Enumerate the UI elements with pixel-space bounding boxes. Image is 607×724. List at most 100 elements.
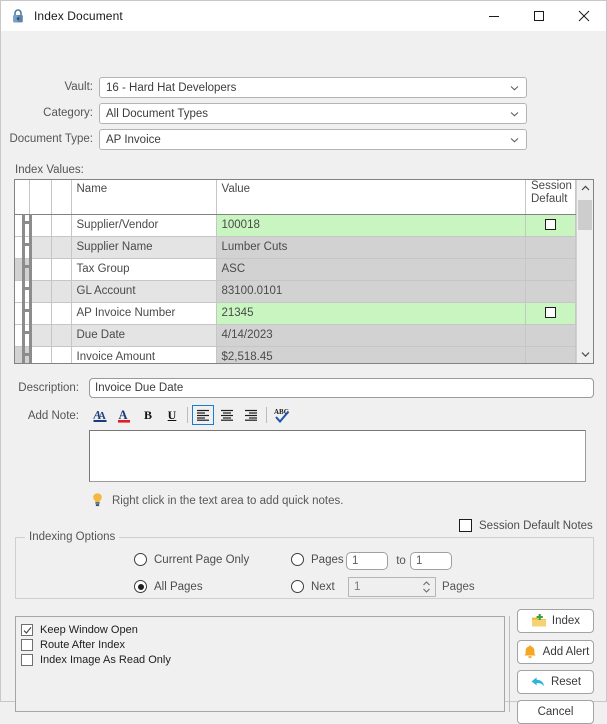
align-center-icon[interactable] (216, 405, 238, 425)
index-document-window: Index Document Vault: 16 - Hard Hat Deve… (0, 0, 607, 724)
radio-circle (291, 580, 304, 593)
row-selector[interactable] (29, 214, 52, 237)
radio-next[interactable]: Next (291, 580, 335, 593)
align-right-icon[interactable] (240, 405, 262, 425)
spell-check-icon[interactable]: ABC (271, 405, 293, 425)
row-icon-cell (51, 236, 72, 259)
next-pages-value: 1 (354, 581, 361, 593)
category-select[interactable]: All Document Types (99, 103, 527, 124)
row-session-default[interactable] (525, 214, 576, 237)
col-icon (51, 180, 72, 215)
row-field-value[interactable]: 4/14/2023 (216, 324, 526, 347)
row-session-default (525, 236, 576, 259)
document-type-select-value: AP Invoice (106, 133, 161, 146)
index-values-grid[interactable]: Name Value Session Default Supplier/Vend… (14, 179, 594, 364)
radio-pages-label: Pages (311, 553, 344, 566)
table-row[interactable]: Due Date 4/14/2023 (15, 324, 576, 347)
row-field-value[interactable]: 21345 (216, 302, 526, 325)
index-button[interactable]: Index (517, 609, 594, 633)
text-highlight-icon[interactable]: A (113, 405, 135, 425)
row-gutter (15, 214, 30, 237)
checkbox-box (21, 654, 33, 666)
radio-all-pages[interactable]: All Pages (134, 580, 203, 593)
close-icon[interactable] (561, 1, 606, 31)
radio-current-page-only[interactable]: Current Page Only (134, 553, 249, 566)
font-color-icon[interactable]: A A (89, 405, 111, 425)
row-selector[interactable] (29, 346, 52, 363)
table-body: Supplier/Vendor 100018 Supplier Name Lumber… (15, 214, 576, 363)
row-field-name: Tax Group (71, 258, 217, 281)
lock-icon (10, 8, 26, 24)
table-row[interactable]: AP Invoice Number 21345 (15, 302, 576, 325)
bold-icon[interactable]: B (137, 405, 159, 425)
row-gutter (15, 280, 30, 303)
add-alert-button[interactable]: Add Alert (517, 640, 594, 664)
note-textarea[interactable] (89, 430, 586, 482)
row-field-name: Due Date (71, 324, 217, 347)
row-selector[interactable] (29, 258, 52, 281)
radio-pages[interactable]: Pages (291, 553, 344, 566)
radio-next-label: Next (311, 580, 335, 593)
scrollbar-thumb[interactable] (578, 200, 592, 230)
session-default-notes-checkbox[interactable]: Session Default Notes (459, 519, 593, 532)
table-row[interactable]: Tax Group ASC (15, 258, 576, 281)
index-button-label: Index (551, 615, 581, 627)
row-field-value[interactable]: Lumber Cuts (216, 236, 526, 259)
grid-scrollbar[interactable] (576, 180, 593, 363)
vault-label: Vault: (64, 81, 93, 93)
radio-current-page-only-label: Current Page Only (154, 553, 250, 566)
row-session-default (525, 280, 576, 303)
row-selector[interactable] (29, 324, 52, 347)
row-icon-cell (51, 346, 72, 363)
row-session-default[interactable] (525, 302, 576, 325)
table-row[interactable]: Invoice Amount $2,518.45 (15, 346, 576, 363)
pages-to-label: to (396, 555, 406, 567)
col-session-default-header[interactable]: Session Default (525, 180, 576, 215)
underline-icon[interactable]: U (161, 405, 183, 425)
radio-circle (134, 553, 147, 566)
checkbox-box (21, 639, 33, 651)
cancel-button[interactable]: Cancel (517, 700, 594, 724)
add-note-label: Add Note: (27, 410, 79, 422)
row-field-value[interactable]: $2,518.45 (216, 346, 526, 363)
row-gutter (15, 258, 30, 281)
row-selector[interactable] (29, 280, 52, 303)
pages-to-input[interactable]: 1 (410, 552, 452, 570)
pages-to-value: 1 (416, 555, 423, 567)
minimize-icon[interactable] (471, 1, 516, 31)
option-checkbox-2[interactable]: Index Image As Read Only (21, 654, 171, 666)
reset-button[interactable]: Reset (517, 670, 594, 694)
col-value-header[interactable]: Value (216, 180, 526, 215)
next-pages-stepper[interactable]: 1 (348, 577, 436, 597)
col-name-header[interactable]: Name (71, 180, 217, 215)
vault-select[interactable]: 16 - Hard Hat Developers (99, 77, 527, 98)
pages-from-input[interactable]: 1 (346, 552, 388, 570)
row-field-name: GL Account (71, 280, 217, 303)
scroll-up-icon[interactable] (577, 180, 593, 197)
category-label: Category: (43, 107, 93, 119)
align-left-icon[interactable] (192, 405, 214, 425)
row-field-value[interactable]: ASC (216, 258, 526, 281)
row-field-value[interactable]: 100018 (216, 214, 526, 237)
row-icon-cell (51, 214, 72, 237)
next-pages-suffix: Pages (442, 581, 475, 593)
document-type-select[interactable]: AP Invoice (99, 129, 527, 150)
window-content: Vault: 16 - Hard Hat Developers Category… (1, 31, 606, 724)
row-selector[interactable] (29, 302, 52, 325)
maximize-icon[interactable] (516, 1, 561, 31)
table-row[interactable]: GL Account 83100.0101 (15, 280, 576, 303)
indexing-options-title: Indexing Options (25, 531, 120, 543)
stepper-controls[interactable] (419, 579, 434, 595)
index-values-grid-body: Name Value Session Default Supplier/Vend… (15, 180, 576, 363)
table-row[interactable]: Supplier/Vendor 100018 (15, 214, 576, 237)
option-checkbox-1[interactable]: Route After Index (21, 639, 125, 651)
row-selector[interactable] (29, 236, 52, 259)
row-field-value[interactable]: 83100.0101 (216, 280, 526, 303)
scroll-down-icon[interactable] (577, 346, 593, 363)
description-input[interactable]: Invoice Due Date (89, 378, 594, 398)
row-field-name: Invoice Amount (71, 346, 217, 363)
option-checkbox-0[interactable]: Keep Window Open (21, 624, 138, 636)
reset-button-label: Reset (550, 676, 582, 688)
table-row[interactable]: Supplier Name Lumber Cuts (15, 236, 576, 259)
category-select-value: All Document Types (106, 107, 209, 120)
